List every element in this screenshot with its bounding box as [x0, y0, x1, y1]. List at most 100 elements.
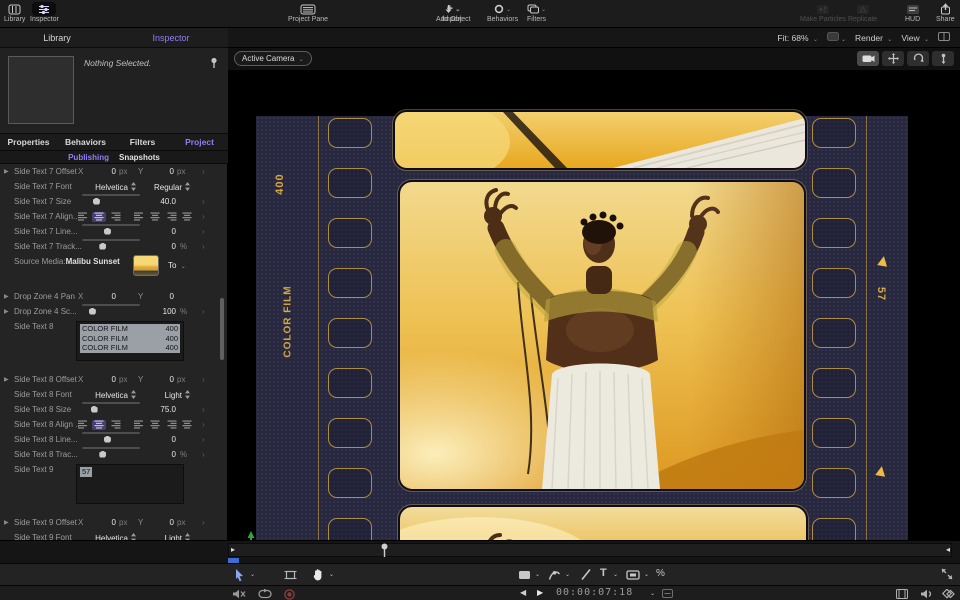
text-tool-caret[interactable]: ⌄ [613, 571, 618, 578]
align-text-button[interactable] [92, 420, 106, 430]
mask-rectangle-tool[interactable] [626, 570, 640, 580]
shape-tool-caret[interactable]: ⌄ [535, 571, 540, 578]
parameter-animation-menu[interactable]: › [202, 518, 205, 527]
tab-library[interactable]: Library [0, 28, 114, 47]
align-text-button[interactable] [76, 212, 90, 222]
parameter-animation-menu[interactable]: › [202, 435, 205, 444]
slider-track[interactable] [82, 402, 140, 404]
slider-value-field[interactable]: 100 [152, 307, 176, 316]
panel-scrollbar[interactable] [220, 298, 224, 360]
bezier-tool[interactable] [548, 568, 561, 581]
stepper-icon[interactable] [185, 182, 190, 190]
disclosure-triangle-icon[interactable]: ▶ [4, 519, 9, 526]
slider-thumb[interactable] [104, 436, 111, 443]
share-button[interactable]: Share [936, 2, 955, 23]
inspector-button[interactable]: Inspector [30, 2, 59, 23]
timeline-ruler[interactable] [228, 543, 952, 557]
paint-stroke-tool[interactable] [580, 568, 592, 581]
slider-value-field[interactable]: 40.0 [152, 197, 176, 206]
pan-view-tool[interactable] [882, 51, 904, 66]
camera-select-button[interactable] [857, 51, 879, 66]
slider-value-field[interactable]: 0 [152, 450, 176, 459]
source-media-thumbnail[interactable] [133, 255, 159, 276]
timecode-menu-caret[interactable]: ⌄ [650, 590, 655, 597]
stepper-icon[interactable] [185, 390, 190, 398]
align-text-button[interactable] [92, 212, 106, 222]
slider-track[interactable] [82, 239, 140, 241]
adjust-item-tool[interactable]: % [656, 568, 665, 579]
slider-thumb[interactable] [99, 451, 106, 458]
stepper-icon[interactable] [131, 390, 136, 398]
shape-rectangle-tool[interactable] [518, 570, 531, 580]
layout-icon[interactable] [938, 32, 950, 43]
align-text-button[interactable] [76, 420, 90, 430]
align-text-button[interactable] [108, 420, 122, 430]
align-paragraph-button[interactable] [164, 420, 178, 430]
slider-value-field[interactable]: 75.0 [152, 405, 176, 414]
x-value-field[interactable]: 0 [100, 167, 116, 176]
render-menu[interactable]: Render ⌄ [855, 33, 892, 43]
slider-value-field[interactable]: 0 [152, 227, 176, 236]
y-value-field[interactable]: 0 [158, 167, 174, 176]
parameter-animation-menu[interactable]: › [202, 405, 205, 414]
select-transform-tool[interactable] [234, 568, 245, 582]
filters-button[interactable]: ⌄ Filters [527, 2, 546, 23]
slider-track[interactable] [82, 224, 140, 226]
disclosure-triangle-icon[interactable]: ▶ [4, 168, 9, 175]
parameter-animation-menu[interactable]: › [202, 307, 205, 316]
align-paragraph-button[interactable] [148, 420, 162, 430]
add-object-button[interactable]: +⌄ Add Object [436, 2, 471, 23]
tab-filters[interactable]: Filters [114, 134, 171, 150]
parameter-animation-menu[interactable]: › [202, 212, 205, 221]
x-value-field[interactable]: 0 [100, 375, 116, 384]
x-value-field[interactable]: 0 [100, 518, 116, 527]
slider-thumb[interactable] [104, 228, 111, 235]
parameter-animation-menu[interactable]: › [202, 227, 205, 236]
media-to-menu[interactable]: To ⌄ [168, 261, 192, 270]
disclosure-triangle-icon[interactable]: ▶ [4, 293, 9, 300]
orbit-view-tool[interactable] [907, 51, 929, 66]
disclosure-triangle-icon[interactable]: ▶ [4, 376, 9, 383]
disclosure-triangle-icon[interactable]: ▶ [4, 308, 9, 315]
slider-value-field[interactable]: 0 [152, 242, 176, 251]
text-content-field[interactable]: 57 [76, 464, 184, 504]
slider-track[interactable] [82, 194, 140, 196]
parameter-animation-menu[interactable]: › [202, 450, 205, 459]
show-audio-icon[interactable] [920, 589, 933, 599]
tab-inspector[interactable]: Inspector [114, 28, 228, 47]
pin-icon[interactable] [210, 56, 218, 74]
show-keyframe-editor-icon[interactable] [941, 589, 955, 599]
align-paragraph-button[interactable] [164, 212, 178, 222]
slider-value-field[interactable]: 0 [152, 435, 176, 444]
bezier-tool-caret[interactable]: ⌄ [565, 571, 570, 578]
timecode-display-icon[interactable] [662, 589, 673, 598]
mute-audio-icon[interactable] [232, 589, 246, 599]
parameter-animation-menu[interactable]: › [202, 420, 205, 429]
mask-tool-caret[interactable]: ⌄ [644, 571, 649, 578]
font-family-select[interactable]: Helvetica [84, 390, 136, 400]
record-icon[interactable] [284, 589, 295, 600]
font-face-select[interactable]: Regular [148, 182, 190, 192]
previous-frame-button[interactable]: ◀ [520, 588, 526, 597]
canvas-viewport[interactable]: 400 COLOR FILM 57 [228, 70, 960, 540]
library-button[interactable]: Library [4, 2, 25, 23]
align-text-button[interactable] [108, 212, 122, 222]
parameter-animation-menu[interactable]: › [202, 167, 205, 176]
y-value-field[interactable]: 0 [158, 375, 174, 384]
playhead-marker[interactable] [380, 543, 389, 558]
slider-thumb[interactable] [91, 406, 98, 413]
subtab-publishing[interactable]: Publishing [68, 151, 109, 163]
parameter-animation-menu[interactable]: › [202, 197, 205, 206]
play-range-start-marker[interactable]: ▸ [231, 545, 235, 554]
zoom-level-menu[interactable]: Fit: 68% ⌄ [777, 33, 818, 43]
view-menu[interactable]: View ⌄ [901, 33, 929, 43]
align-paragraph-button[interactable] [180, 212, 194, 222]
parameter-animation-menu[interactable]: › [202, 242, 205, 251]
text-content-field[interactable]: COLOR FILM400COLOR FILM400COLOR FILM400 [76, 321, 184, 361]
align-paragraph-button[interactable] [132, 212, 146, 222]
slider-track[interactable] [82, 447, 140, 449]
align-paragraph-button[interactable] [180, 420, 194, 430]
subtab-snapshots[interactable]: Snapshots [119, 151, 160, 163]
slider-track[interactable] [82, 304, 140, 306]
hud-button[interactable]: HUD [905, 2, 920, 23]
